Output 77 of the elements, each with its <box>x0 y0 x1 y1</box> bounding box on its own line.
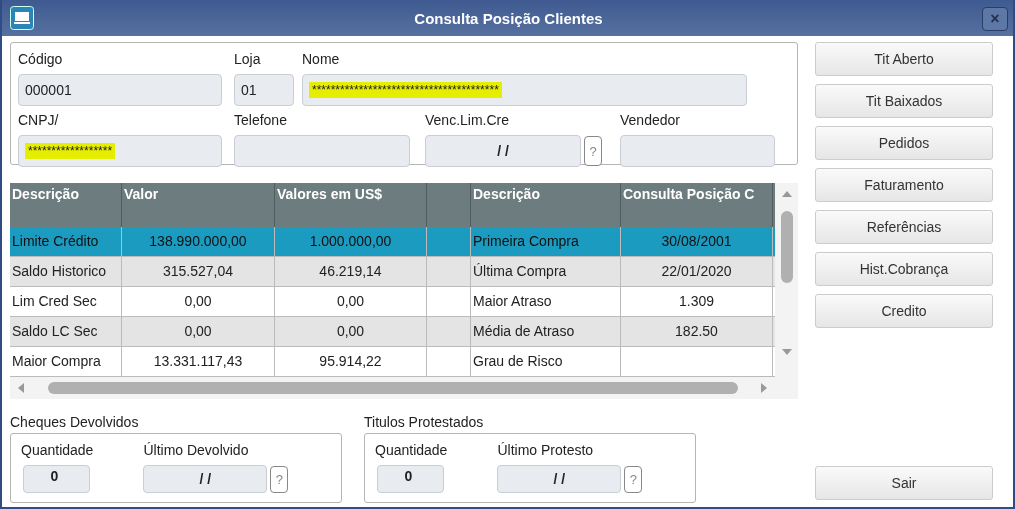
field-value: **************************************** <box>309 82 502 98</box>
input-field[interactable]: 0 <box>23 465 90 493</box>
field-label: Venc.Lim.Cre <box>425 112 511 129</box>
scroll-down-icon[interactable] <box>780 347 793 357</box>
table-cell: 22/01/2020 <box>661 263 732 279</box>
input-field[interactable]: ****************** <box>18 135 222 167</box>
table-cell: 0,00 <box>336 293 365 309</box>
field-value: 000001 <box>25 82 73 98</box>
table-cell: Limite Crédito <box>12 233 99 249</box>
action-button[interactable]: Referências <box>815 210 993 244</box>
action-button[interactable]: Tit Aberto <box>815 42 993 76</box>
table-cell: 0,00 <box>184 323 212 339</box>
field-label: Telefone <box>234 112 288 129</box>
group-title: Titulos Protestados <box>364 414 485 431</box>
table-row[interactable]: Lim Cred Sec 0,00 0,00 Maior Atraso 1.309 <box>10 287 775 317</box>
table-cell: Última Compra <box>473 263 567 279</box>
table-cell: Primeira Compra <box>473 233 579 249</box>
field-label: Vendedor <box>620 112 681 129</box>
table-cell: Grau de Risco <box>473 353 563 369</box>
action-button[interactable]: Hist.Cobrança <box>815 252 993 286</box>
table-cell: 30/08/2001 <box>661 233 732 249</box>
table-cell: 95.914,22 <box>319 353 382 369</box>
table-cell: 1.000.000,00 <box>309 233 392 249</box>
help-button[interactable]: ? <box>624 465 643 493</box>
table-cell: 138.990.000,00 <box>149 233 247 249</box>
input-field[interactable] <box>620 135 775 167</box>
action-button[interactable]: Credito <box>815 294 993 328</box>
field-label: Quantidade <box>375 442 448 459</box>
scroll-thumb[interactable] <box>780 211 793 283</box>
table-row[interactable]: Limite Crédito 138.990.000,00 1.000.000,00 Primeira Compra 30/08/2001 <box>10 227 775 257</box>
table-cell: 0,00 <box>184 293 212 309</box>
table-cell: 0,00 <box>336 323 365 339</box>
field-label: Quantidade <box>21 442 94 459</box>
table-row[interactable]: Saldo Historico 315.527,04 46.219,14 Última Compra 22/01/2020 <box>10 257 775 287</box>
scroll-thumb[interactable] <box>48 382 738 394</box>
scroll-up-icon[interactable] <box>780 189 793 199</box>
input-field[interactable]: 000001 <box>18 74 222 106</box>
input-field[interactable] <box>234 135 410 167</box>
table-cell: Maior Atraso <box>473 293 552 309</box>
table-cell: Média de Atraso <box>473 323 575 339</box>
window-title: Consulta Posição Clientes <box>413 9 604 27</box>
exit-button[interactable]: Sair <box>815 466 993 500</box>
table-cell: Saldo Historico <box>12 263 107 279</box>
field-value: 01 <box>241 82 258 98</box>
field-label: Código <box>18 51 64 68</box>
field-value: ****************** <box>25 143 116 159</box>
table-cell: 315.527,04 <box>162 263 234 279</box>
group-title: Cheques Devolvidos <box>10 414 140 431</box>
field-label: CNPJ/ <box>18 112 60 129</box>
input-field[interactable]: / / <box>425 135 581 167</box>
action-button[interactable]: Pedidos <box>815 126 993 160</box>
input-field[interactable]: / / <box>497 465 622 493</box>
table-cell: 46.219,14 <box>319 263 382 279</box>
table-cell: Saldo LC Sec <box>12 323 98 339</box>
input-field[interactable]: **************************************** <box>302 74 747 106</box>
field-label: Último Protesto <box>497 442 595 459</box>
field-value: / / <box>496 143 510 159</box>
field-label: Último Devolvido <box>143 442 250 459</box>
input-field[interactable]: / / <box>143 465 268 493</box>
table-cell: 13.331.117,43 <box>153 353 243 369</box>
monitor-icon <box>10 6 34 30</box>
table-cell: Maior Compra <box>12 353 101 369</box>
scroll-left-icon[interactable] <box>16 382 26 394</box>
field-label: Nome <box>302 51 341 68</box>
table-row[interactable]: Saldo LC Sec 0,00 0,00 Média de Atraso 182.50 <box>10 317 775 347</box>
table-cell: Lim Cred Sec <box>12 293 97 309</box>
table-cell: 182.50 <box>675 323 718 339</box>
help-button[interactable]: ? <box>584 136 602 166</box>
table-cell: 1.309 <box>678 293 714 309</box>
action-button[interactable]: Tit Baixados <box>815 84 993 118</box>
field-label: Loja <box>234 51 262 68</box>
input-field[interactable]: 01 <box>234 74 294 106</box>
input-field[interactable]: 0 <box>377 465 444 493</box>
scroll-right-icon[interactable] <box>759 382 769 394</box>
table-row[interactable]: Maior Compra 13.331.117,43 95.914,22 Grau de Risco <box>10 347 775 377</box>
action-button[interactable]: Faturamento <box>815 168 993 202</box>
help-button[interactable]: ? <box>270 465 289 493</box>
